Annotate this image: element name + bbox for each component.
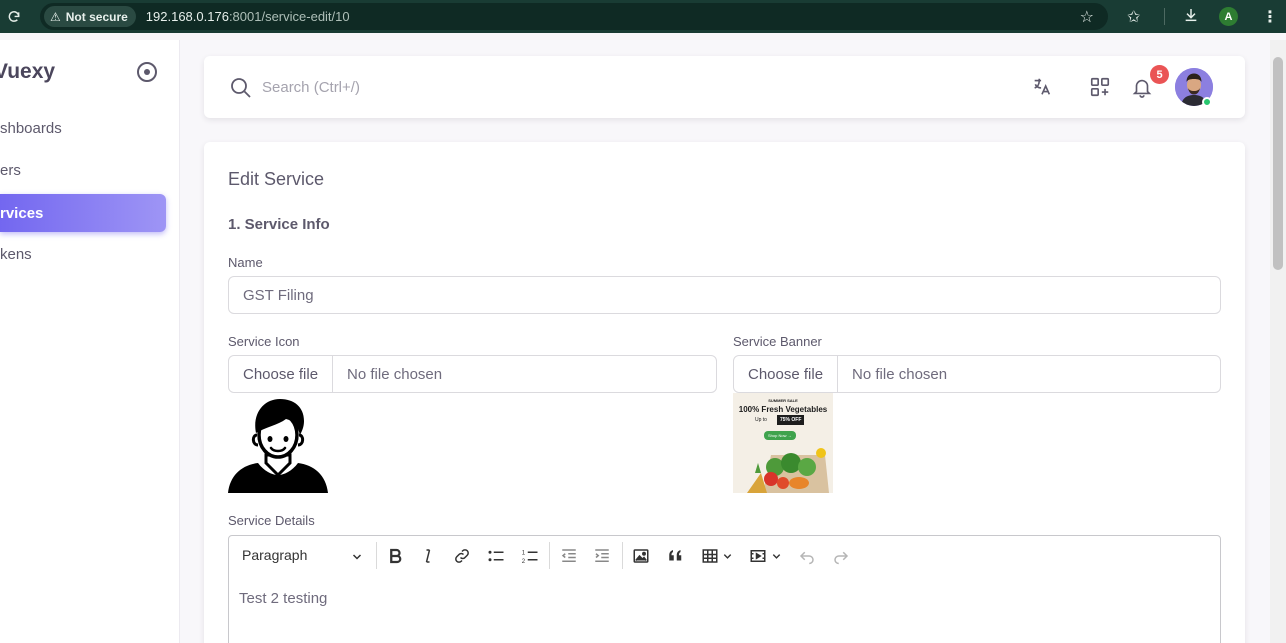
sidebar-item-label: rvices: [0, 204, 44, 222]
sidebar-item-label: ers: [0, 161, 21, 179]
bold-icon[interactable]: [384, 545, 406, 567]
profile-avatar[interactable]: A: [1219, 7, 1238, 26]
translate-icon[interactable]: [1030, 75, 1054, 99]
banner-upto: Up to: [755, 417, 767, 423]
sidebar-item-dashboards[interactable]: shboards: [0, 109, 166, 147]
rich-text-editor[interactable]: Test 2 testing: [228, 574, 1221, 643]
bookmark-star-icon[interactable]: ☆: [1080, 7, 1094, 27]
bulleted-list-icon[interactable]: [485, 545, 507, 567]
download-icon[interactable]: [1183, 7, 1199, 28]
chevron-down-icon[interactable]: [769, 545, 783, 567]
file-status-text: No file chosen: [852, 365, 948, 383]
url-host: 192.168.0.176: [145, 9, 229, 24]
service-banner-label: Service Banner: [733, 334, 822, 349]
url-text[interactable]: 192.168.0.176:8001/service-edit/10: [146, 9, 350, 24]
online-status-dot: [1202, 97, 1212, 107]
service-details-label: Service Details: [228, 513, 315, 528]
reload-icon[interactable]: [0, 0, 28, 33]
file-status-text: No file chosen: [347, 365, 443, 383]
service-icon-label: Service Icon: [228, 334, 300, 349]
chevron-down-icon[interactable]: [351, 550, 363, 568]
indent-icon[interactable]: [591, 545, 613, 567]
insert-table-icon[interactable]: [699, 545, 721, 567]
vegetables-illustration: [747, 448, 829, 493]
shortcuts-icon[interactable]: [1088, 75, 1112, 99]
search-input[interactable]: [262, 74, 662, 100]
address-bar[interactable]: ⚠ Not secure 192.168.0.176:8001/service-…: [40, 3, 1108, 30]
redo-icon[interactable]: [830, 545, 852, 567]
top-navbar: 5: [204, 56, 1245, 118]
insert-image-icon[interactable]: [630, 545, 652, 567]
brand-logo-text: Vuexy: [0, 60, 56, 83]
page-scrollbar[interactable]: [1270, 40, 1286, 643]
extensions-star-icon[interactable]: ✩: [1127, 7, 1140, 27]
undo-icon[interactable]: [796, 545, 818, 567]
svg-text:1: 1: [522, 551, 526, 557]
sidebar-toggle-icon[interactable]: [137, 62, 157, 82]
italic-icon[interactable]: [417, 545, 439, 567]
banner-headline: 100% Fresh Vegetables: [738, 405, 828, 414]
edit-service-card: Edit Service 1. Service Info Name GST Fi…: [204, 142, 1245, 643]
banner-tag: SUMMER SALE: [768, 398, 798, 403]
insert-media-icon[interactable]: [747, 545, 769, 567]
service-icon-file-input[interactable]: Choose file No file chosen: [228, 355, 717, 393]
toolbar-divider: [622, 542, 623, 569]
choose-file-button[interactable]: Choose file: [229, 356, 334, 392]
numbered-list-icon[interactable]: 12: [519, 545, 541, 567]
page-title: Edit Service: [228, 169, 325, 189]
chevron-down-icon[interactable]: [720, 545, 734, 567]
editor-content[interactable]: Test 2 testing: [239, 590, 327, 607]
security-label: Not secure: [65, 9, 128, 24]
service-icon-preview: [228, 393, 328, 493]
toolbar-divider: [549, 542, 550, 569]
choose-file-button[interactable]: Choose file: [734, 356, 839, 392]
sidebar-item-users[interactable]: ers: [0, 151, 166, 189]
security-chip[interactable]: ⚠ Not secure: [44, 6, 136, 27]
sidebar-item-tokens[interactable]: kens: [0, 235, 166, 273]
banner-discount: 75% OFF: [777, 415, 805, 425]
toolbar-divider: [376, 542, 377, 569]
name-input[interactable]: GST Filing: [228, 276, 1221, 314]
outdent-icon[interactable]: [558, 545, 580, 567]
blockquote-icon[interactable]: [665, 545, 687, 567]
toolbar-divider: [1164, 8, 1165, 25]
sidebar: Vuexy shboards ers rvices kens: [0, 40, 180, 643]
paragraph-format-dropdown[interactable]: Paragraph: [242, 547, 307, 563]
browser-toolbar: ⚠ Not secure 192.168.0.176:8001/service-…: [0, 0, 1286, 33]
service-banner-file-input[interactable]: Choose file No file chosen: [733, 355, 1221, 393]
editor-toolbar: Paragraph 12: [228, 535, 1221, 575]
scrollbar-thumb[interactable]: [1273, 57, 1283, 270]
svg-text:2: 2: [522, 559, 526, 565]
name-label: Name: [228, 255, 263, 270]
warning-icon: ⚠: [50, 9, 61, 24]
url-path: :8001/service-edit/10: [228, 9, 350, 24]
section-title: 1. Service Info: [228, 216, 330, 233]
notification-badge: 5: [1150, 65, 1169, 84]
link-icon[interactable]: [451, 545, 473, 567]
service-banner-preview: SUMMER SALE 100% Fresh Vegetables Up to …: [733, 393, 833, 493]
sidebar-item-label: kens: [0, 245, 32, 263]
sidebar-item-services[interactable]: rvices: [0, 194, 166, 232]
browser-menu-icon[interactable]: ⋮: [1262, 7, 1278, 27]
sidebar-item-label: shboards: [0, 119, 62, 137]
search-icon[interactable]: [229, 76, 253, 105]
